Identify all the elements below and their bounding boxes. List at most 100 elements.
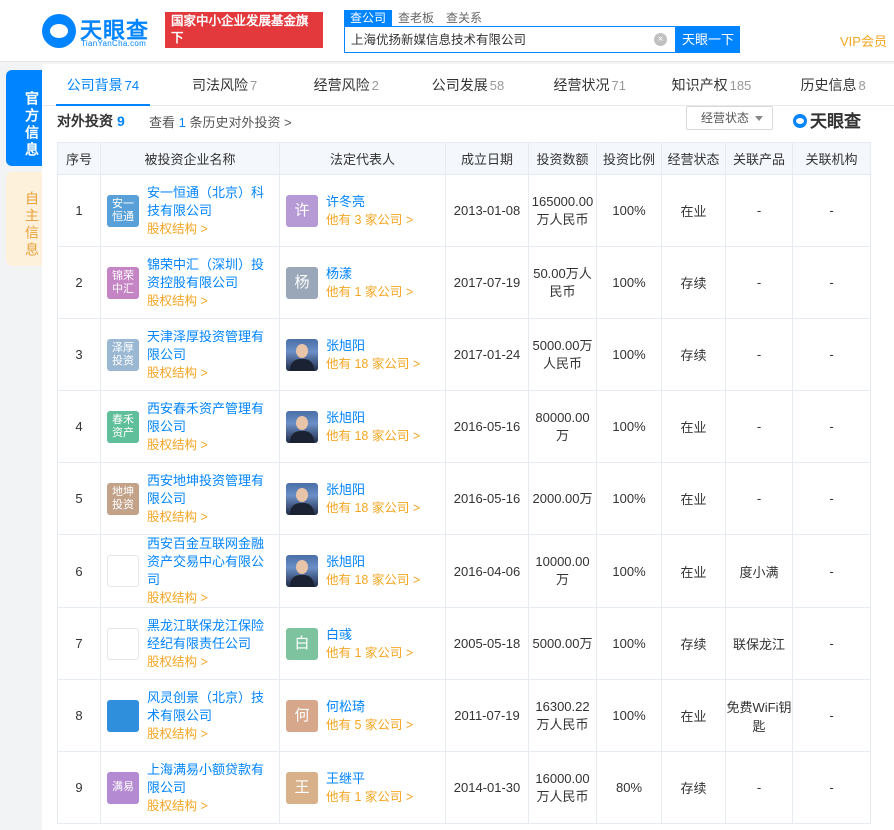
legal-rep-link[interactable]: 许冬亮: [326, 192, 413, 211]
company-logo[interactable]: 泽厚投资: [107, 338, 139, 371]
company-logo[interactable]: 满易: [107, 771, 139, 804]
company-name-link[interactable]: 天津泽厚投资管理有限公司: [147, 328, 275, 364]
rep-avatar[interactable]: 杨: [286, 266, 318, 299]
equity-structure-link[interactable]: 股权结构 >: [147, 797, 275, 815]
clear-icon[interactable]: ×: [654, 33, 667, 46]
company-name-link[interactable]: 西安春禾资产管理有限公司: [147, 400, 275, 436]
tab-search-boss[interactable]: 查老板: [392, 10, 440, 26]
side-tab-self[interactable]: 自主信息: [6, 172, 42, 266]
cell-date: 2005-05-18: [445, 607, 529, 680]
cell-legal-rep: 王王继平 他有 1 家公司 >: [279, 751, 446, 824]
status-filter-dropdown[interactable]: 经营状态: [686, 106, 773, 130]
equity-structure-link[interactable]: 股权结构 >: [147, 220, 275, 238]
cell-amount: 165000.00万人民币: [528, 174, 597, 247]
company-name-link[interactable]: 锦荣中汇（深圳）投资控股有限公司: [147, 256, 275, 292]
tianyancha-logo[interactable]: 天眼查 TianYanCha.com: [42, 12, 160, 50]
cell-product[interactable]: 免费WiFi钥匙: [725, 679, 793, 752]
cell-legal-rep: 张旭阳 他有 18 家公司 >: [279, 318, 446, 391]
tab-company-development[interactable]: 公司发展 58: [407, 64, 529, 105]
rep-avatar[interactable]: 白: [286, 627, 318, 660]
cell-date: 2016-05-16: [445, 390, 529, 463]
cell-ratio: 100%: [596, 679, 662, 752]
tab-search-relation[interactable]: 查关系: [440, 10, 488, 26]
legal-rep-link[interactable]: 杨漾: [326, 264, 413, 283]
search-input[interactable]: [351, 31, 651, 45]
equity-structure-link[interactable]: 股权结构 >: [147, 725, 275, 743]
table-row: 7 黑龙江联保龙江保险经纪有限责任公司 股权结构 > 白白彧 他有 1 家公司 >200…: [57, 607, 871, 680]
rep-companies-link[interactable]: 他有 18 家公司 >: [326, 499, 420, 518]
company-name-link[interactable]: 黑龙江联保龙江保险经纪有限责任公司: [147, 617, 275, 653]
tab-search-company[interactable]: 查公司: [344, 10, 393, 26]
tab-count: 58: [489, 78, 505, 93]
tab-judicial-risk[interactable]: 司法风险 7: [164, 64, 286, 105]
rep-companies-link[interactable]: 他有 1 家公司 >: [326, 283, 413, 302]
rep-avatar[interactable]: 王: [286, 771, 318, 804]
history-investment-link[interactable]: 查看 1 条历史对外投资 >: [149, 112, 292, 131]
cell-product[interactable]: 度小满: [725, 534, 793, 608]
rep-companies-link[interactable]: 他有 5 家公司 >: [326, 716, 413, 735]
vip-link[interactable]: VIP会员: [840, 31, 887, 50]
company-logo[interactable]: 春禾资产: [107, 410, 139, 443]
cell-no: 5: [57, 462, 101, 535]
tab-label: 公司发展: [431, 77, 488, 93]
rep-companies-link[interactable]: 他有 1 家公司 >: [326, 644, 413, 663]
company-name-link[interactable]: 风灵创景（北京）技术有限公司: [147, 689, 275, 725]
legal-rep-link[interactable]: 张旭阳: [326, 480, 420, 499]
tab-operating-risk[interactable]: 经营风险 2: [285, 64, 407, 105]
rep-companies-link[interactable]: 他有 18 家公司 >: [326, 427, 420, 446]
banner-line-2: 官方备案企业征信机构: [171, 48, 297, 62]
table-row: 8 风灵创景（北京）技术有限公司 股权结构 > 何何松琦 他有 5 家公司 >2011-…: [57, 679, 871, 752]
rep-avatar-photo[interactable]: [286, 482, 318, 515]
investment-table: 序号 被投资企业名称 法定代表人 成立日期 投资数额 投资比例 经营状态 关联产…: [57, 142, 871, 824]
company-logo[interactable]: [107, 699, 139, 732]
banner-line-1: 国家中小企业发展基金旗下: [171, 14, 309, 45]
rep-avatar-photo[interactable]: [286, 338, 318, 371]
legal-rep-link[interactable]: 张旭阳: [326, 408, 420, 427]
rep-avatar-photo[interactable]: [286, 410, 318, 443]
company-logo[interactable]: 安一恒通: [107, 194, 139, 227]
cell-no: 2: [57, 246, 101, 319]
company-name-link[interactable]: 上海满易小额贷款有限公司: [147, 761, 275, 797]
company-name-link[interactable]: 安一恒通（北京）科技有限公司: [147, 184, 275, 220]
legal-rep-link[interactable]: 何松琦: [326, 697, 413, 716]
rep-companies-link[interactable]: 他有 18 家公司 >: [326, 571, 420, 590]
legal-rep-link[interactable]: 白彧: [326, 625, 413, 644]
equity-structure-link[interactable]: 股权结构 >: [147, 653, 275, 671]
rep-companies-link[interactable]: 他有 3 家公司 >: [326, 211, 413, 230]
tab-intellectual-property[interactable]: 知识产权 185: [651, 64, 773, 105]
legal-rep-link[interactable]: 张旭阳: [326, 552, 420, 571]
rep-avatar-photo[interactable]: [286, 555, 318, 587]
company-logo[interactable]: [107, 555, 139, 587]
tab-count: 7: [249, 78, 258, 93]
rep-avatar[interactable]: 何: [286, 699, 318, 732]
cell-no: 3: [57, 318, 101, 391]
company-logo[interactable]: 地坤投资: [107, 482, 139, 515]
rep-companies-link[interactable]: 他有 18 家公司 >: [326, 355, 420, 374]
tab-company-background[interactable]: 公司背景 74: [42, 64, 164, 106]
company-name-link[interactable]: 西安地坤投资管理有限公司: [147, 472, 275, 508]
equity-structure-link[interactable]: 股权结构 >: [147, 508, 275, 526]
tab-count: 71: [611, 78, 626, 93]
cell-date: 2014-01-30: [445, 751, 529, 824]
cell-org: -: [792, 246, 871, 319]
company-name-link[interactable]: 西安百金互联网金融资产交易中心有限公司: [147, 535, 275, 589]
cell-status: 存续: [661, 751, 726, 824]
rep-companies-link[interactable]: 他有 1 家公司 >: [326, 788, 413, 807]
rep-avatar[interactable]: 许: [286, 194, 318, 227]
company-logo[interactable]: [107, 627, 139, 660]
equity-structure-link[interactable]: 股权结构 >: [147, 589, 275, 607]
legal-rep-link[interactable]: 王继平: [326, 769, 413, 788]
search-button[interactable]: 天眼一下: [676, 26, 740, 53]
equity-structure-link[interactable]: 股权结构 >: [147, 364, 275, 382]
equity-structure-link[interactable]: 股权结构 >: [147, 292, 275, 310]
equity-structure-link[interactable]: 股权结构 >: [147, 436, 275, 454]
company-logo[interactable]: 锦荣中汇: [107, 266, 139, 299]
legal-rep-link[interactable]: 张旭阳: [326, 336, 420, 355]
hist-suffix: 条历史对外投资 >: [189, 115, 292, 130]
side-tab-official[interactable]: 官方信息: [6, 70, 42, 166]
cell-product[interactable]: 联保龙江: [725, 607, 793, 680]
cell-product: -: [725, 318, 793, 391]
tab-operating-status[interactable]: 经营状况 71: [529, 64, 651, 105]
tab-history[interactable]: 历史信息 8: [772, 64, 894, 105]
cell-ratio: 100%: [596, 246, 662, 319]
